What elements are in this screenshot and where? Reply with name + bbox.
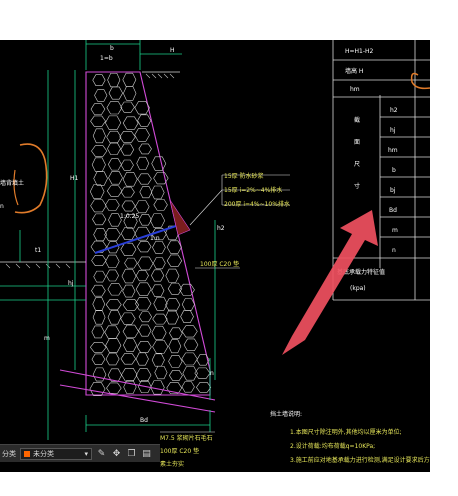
paste-icon[interactable]: ▤ — [141, 449, 152, 459]
dimension-lines — [0, 40, 216, 440]
copy-icon[interactable]: ❐ — [126, 449, 137, 459]
dim-n: n — [210, 370, 214, 377]
cad-viewport[interactable]: H=H1-H2 墙高 H hm h2 hj hm b bj Bd m n 截 面… — [0, 40, 430, 472]
edit-icon[interactable]: ✎ — [96, 449, 107, 459]
pipe-note: 100厚 C20 垫 — [200, 260, 239, 268]
dim-top-h: H — [170, 47, 175, 54]
dim-t: t1 — [35, 247, 41, 254]
notes-line-2: 2.设计荷载:均布荷载q=10KPa; — [290, 442, 375, 450]
dim-hj: hj — [68, 280, 74, 287]
bearing-unit: (kpa) — [350, 285, 366, 292]
move-icon[interactable]: ✥ — [111, 449, 122, 459]
dim-m: m — [44, 335, 50, 342]
cad-drawing[interactable]: H=H1-H2 墙高 H hm h2 hj hm b bj Bd m n 截 面… — [0, 40, 430, 472]
layer-dropdown-value: 未分类 — [33, 450, 54, 458]
table-row-label: 墙高 H — [345, 67, 363, 75]
table-row-label: m — [392, 227, 398, 234]
table-row-label: h2 — [390, 107, 398, 114]
drain-note-3: 200厚 i=4%~10%排水 — [224, 200, 290, 208]
drain-note-1: 15厚 防水砂浆 — [224, 172, 264, 180]
table-side-char: 面 — [354, 139, 360, 146]
table-side-char: 尺 — [354, 161, 360, 168]
dim-bd: Bd — [140, 417, 148, 424]
grade-label: 1:0.25 — [120, 213, 139, 220]
base-note: 100厚 C20 垫 — [160, 447, 199, 455]
layer-color-swatch — [24, 450, 30, 457]
layer-toolbar: 分类 未分类 ▾ ✎ ✥ ❐ ▤ — [0, 444, 160, 462]
notes-line-3: 3.施工前应对地基承载力进行检测,满足设计要求后方可施工。 — [290, 456, 430, 464]
dim-h1-left: H1 — [70, 175, 79, 182]
table-row-label: bj — [390, 187, 396, 194]
layer-dropdown[interactable]: 未分类 ▾ — [20, 447, 92, 460]
drain-pipe — [94, 222, 186, 254]
dim-top-1b: 1=b — [100, 55, 113, 62]
table-row-label: b — [392, 167, 396, 174]
table-side-char: 截 — [354, 116, 360, 124]
orange-sketch — [13, 143, 48, 214]
filter-layer — [169, 199, 191, 236]
table-row-label: hj — [390, 127, 396, 134]
mortar-note: M7.5 浆砌片石毛石 — [160, 434, 213, 442]
table-side-char: 寸 — [354, 182, 360, 190]
table-row-label: hm — [350, 86, 360, 93]
chevron-down-icon: ▾ — [84, 450, 88, 458]
table-row-label: Bd — [389, 207, 397, 214]
left-note: 墙背填土 — [0, 179, 24, 187]
slope-label: 1:n — [150, 235, 160, 242]
layer-note: 素土夯实 — [160, 460, 184, 468]
retaining-wall — [59, 71, 216, 413]
dim-top-b: b — [110, 45, 114, 52]
table-row-label: hm — [388, 147, 398, 154]
table-row-label: n — [392, 247, 396, 254]
highlight-arrow — [282, 210, 378, 355]
left-note-2: n — [0, 203, 4, 210]
drain-note-2: 15厚 i=2%~4%排水 — [224, 186, 282, 194]
notes-line-1: 1.本图尺寸除注明外,其他均以厘米为单位; — [290, 428, 402, 436]
dim-h2: h2 — [217, 225, 225, 232]
toolbar-label: 分类 — [2, 450, 16, 458]
table-row-label: H=H1-H2 — [345, 48, 374, 55]
notes-title: 挡土墙说明: — [270, 410, 302, 418]
